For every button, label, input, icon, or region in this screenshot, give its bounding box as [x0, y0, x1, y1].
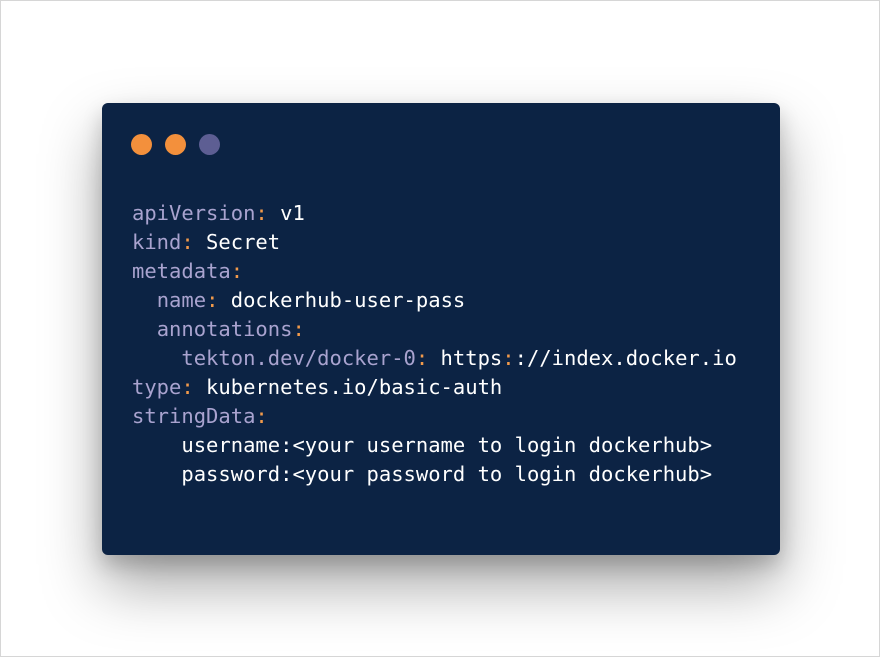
yaml-value: v1	[267, 201, 305, 225]
yaml-colon: :	[181, 230, 194, 254]
code-line-kind: kind: Secret	[132, 228, 737, 257]
yaml-key: name	[156, 288, 207, 312]
code-line-docker-annotation: tekton.dev/docker-0: https:://index.dock…	[132, 344, 737, 373]
yaml-colon: :	[255, 201, 268, 225]
page: apiVersion: v1 kind: Secret metadata: name…	[0, 0, 880, 657]
code-line-annotations: annotations:	[132, 315, 737, 344]
window-controls	[131, 134, 220, 155]
yaml-plain-text: password:<your password to login dockerh…	[181, 462, 713, 486]
yaml-key: type	[132, 375, 182, 399]
code-line-metadata: metadata:	[132, 257, 737, 286]
code-line-username: username:<your username to login dockerh…	[132, 431, 737, 460]
yaml-value: dockerhub-user-pass	[218, 288, 466, 312]
code-line-stringdata: stringData:	[132, 402, 737, 431]
yaml-colon: :	[230, 259, 244, 283]
code-line-type: type: kubernetes.io/basic-auth	[132, 373, 737, 402]
code-line-apiversion: apiVersion: v1	[132, 199, 737, 228]
yaml-value: ://index.docker.io	[514, 346, 737, 370]
yaml-colon: :	[292, 317, 305, 341]
yaml-colon: :	[181, 375, 194, 399]
yaml-key: stringData	[132, 404, 256, 428]
yaml-colon: :	[255, 404, 268, 428]
yaml-key: metadata	[132, 259, 231, 283]
yaml-key: kind	[132, 230, 182, 254]
yaml-key: apiVersion	[132, 201, 256, 225]
window-dot-2	[165, 134, 186, 155]
yaml-key: tekton.dev/docker-0	[181, 346, 416, 370]
yaml-plain-text: username:<your username to login dockerh…	[181, 433, 713, 457]
yaml-value: Secret	[193, 230, 281, 254]
yaml-colon: :	[415, 346, 429, 370]
yaml-colon: :	[502, 346, 515, 370]
yaml-value: https	[428, 346, 503, 370]
code-line-name: name: dockerhub-user-pass	[132, 286, 737, 315]
window-dot-3	[199, 134, 220, 155]
window-dot-1	[131, 134, 152, 155]
yaml-key: annotations	[156, 317, 293, 341]
yaml-value: kubernetes.io/basic-auth	[193, 375, 503, 399]
code-block: apiVersion: v1 kind: Secret metadata: name…	[132, 199, 737, 489]
yaml-colon: :	[206, 288, 219, 312]
code-line-password: password:<your password to login dockerh…	[132, 460, 737, 489]
code-window: apiVersion: v1 kind: Secret metadata: name…	[102, 103, 780, 555]
